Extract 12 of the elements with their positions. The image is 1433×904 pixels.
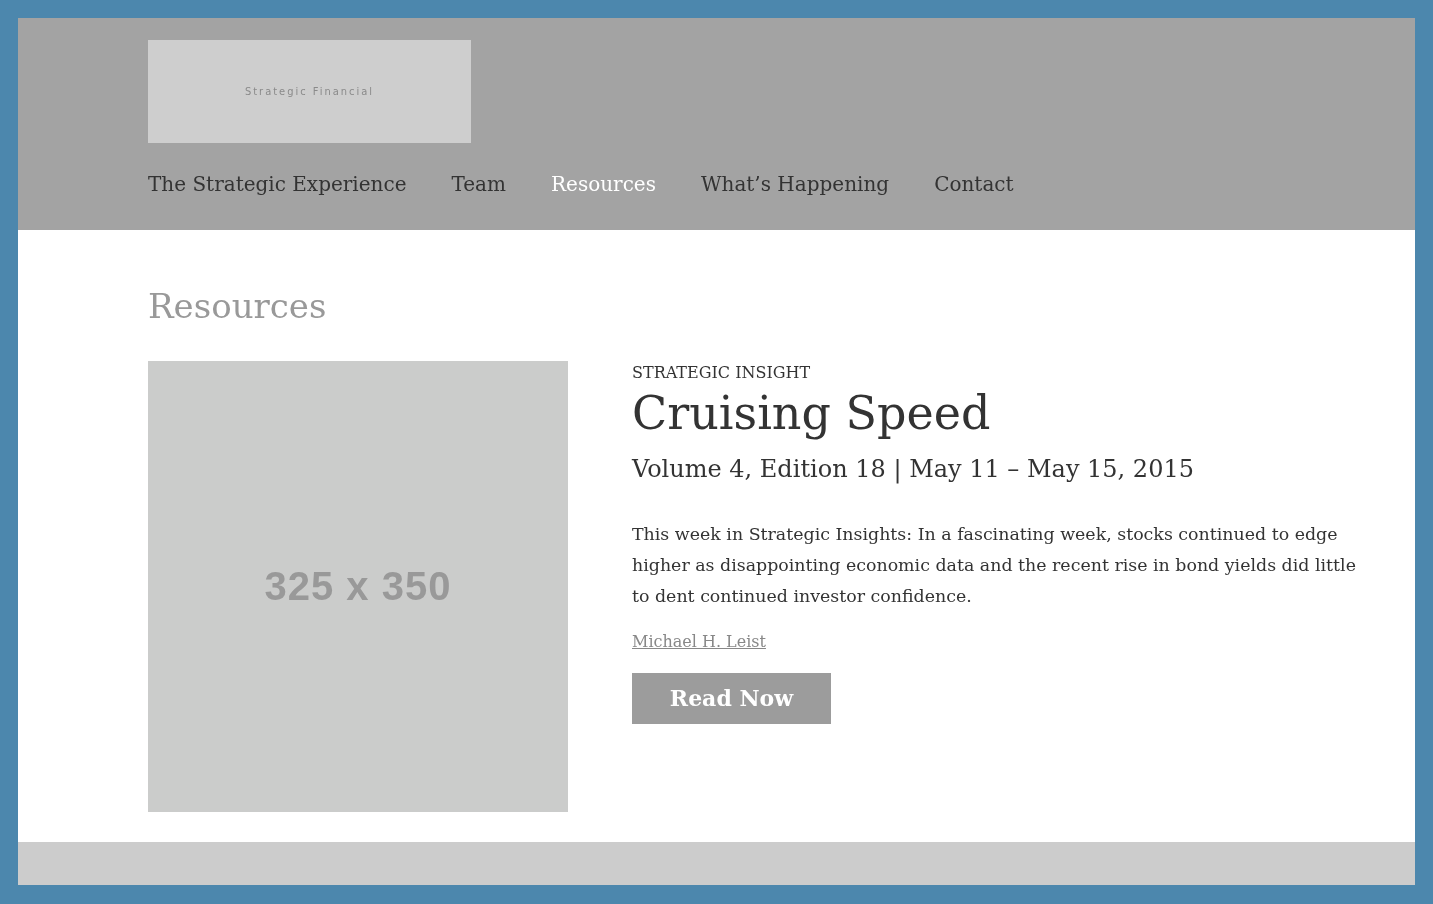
page-title: Resources <box>148 286 328 327</box>
nav-link[interactable]: The Strategic Experience <box>148 172 407 196</box>
nav-link[interactable]: Team <box>451 172 506 196</box>
article-subtitle: Volume 4, Edition 18 | May 11 – May 15, 2015 <box>632 455 1194 483</box>
author-link[interactable]: Michael H. Leist <box>632 632 766 651</box>
read-now-button[interactable]: Read Now <box>632 673 831 724</box>
nav-link[interactable]: Contact <box>934 172 1014 196</box>
article-category: STRATEGIC INSIGHT <box>632 362 811 382</box>
article-summary: This week in Strategic Insights: In a fascinating week, stocks continued to edge higher as disappointing economic data and the recent rise in bond yields did little to dent continued investor confidence. <box>632 523 1357 608</box>
nav-link[interactable]: What’s Happening <box>700 172 890 196</box>
nav-link[interactable]: Resources <box>551 172 656 196</box>
article-title: Cruising Speed <box>632 385 991 441</box>
